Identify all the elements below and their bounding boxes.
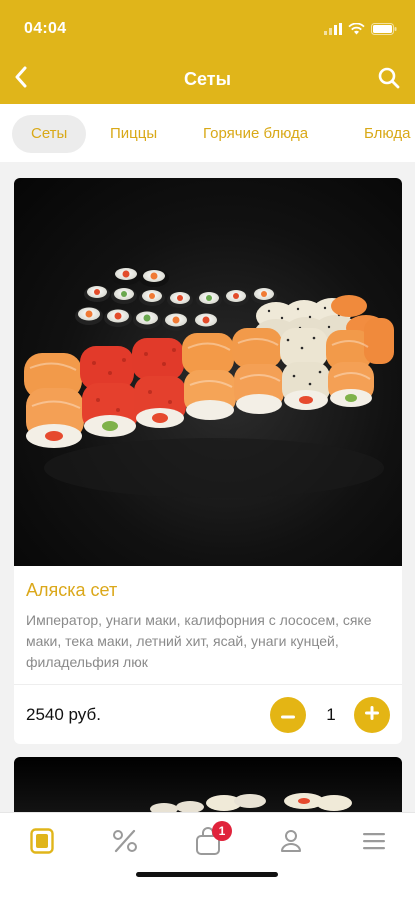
menu-card-icon — [30, 827, 54, 859]
bottom-nav-profile[interactable] — [273, 827, 309, 859]
tab-dishes[interactable]: Блюда — [364, 115, 410, 153]
increase-quantity-button[interactable] — [354, 697, 390, 733]
product-footer: 2540 руб. 1 — [14, 684, 402, 744]
bottom-nav-cart[interactable]: 1 — [190, 821, 232, 859]
category-tabs: Сеты Пиццы Горячие блюда Блюда — [0, 104, 415, 162]
profile-icon — [280, 829, 302, 858]
sushi-set-illustration — [24, 267, 394, 498]
status-time: 04:04 — [24, 20, 67, 37]
signal-icon — [324, 22, 342, 40]
nav-bar: Сеты — [0, 56, 415, 104]
hamburger-icon — [363, 832, 385, 855]
product-card[interactable]: Аляска сет Император, унаги маки, калифо… — [14, 178, 402, 744]
search-icon — [378, 67, 400, 94]
product-price: 2540 руб. — [26, 705, 101, 724]
quantity-value: 1 — [326, 705, 336, 724]
product-card[interactable] — [14, 757, 402, 817]
decrease-quantity-button[interactable] — [270, 697, 306, 733]
status-bar: 04:04 — [0, 0, 415, 50]
bottom-nav-more[interactable] — [356, 827, 392, 859]
product-name[interactable]: Аляска сет — [26, 580, 117, 601]
product-image[interactable] — [14, 178, 402, 566]
tab-hot-dishes[interactable]: Горячие блюда — [203, 115, 308, 153]
tab-pizza[interactable]: Пиццы — [110, 115, 157, 153]
app-header: 04:04 Сеты — [0, 0, 415, 104]
bottom-nav-promotions[interactable] — [107, 827, 143, 859]
product-image[interactable] — [14, 757, 402, 817]
battery-icon — [371, 22, 397, 40]
sushi-preview-illustration — [150, 793, 352, 815]
wifi-icon — [348, 22, 365, 40]
minus-icon — [281, 706, 295, 724]
page-title: Сеты — [184, 69, 231, 89]
percent-icon — [112, 829, 138, 858]
bottom-navigation: 1 — [0, 812, 415, 900]
tab-sets[interactable]: Сеты — [12, 115, 87, 153]
home-indicator — [136, 872, 278, 877]
product-description: Император, унаги маки, калифорния с лосо… — [26, 612, 372, 670]
status-icons — [324, 22, 397, 40]
plus-icon — [365, 705, 379, 725]
cart-badge: 1 — [212, 821, 232, 841]
bottom-nav-menu[interactable] — [24, 827, 60, 859]
search-button[interactable] — [375, 66, 403, 94]
